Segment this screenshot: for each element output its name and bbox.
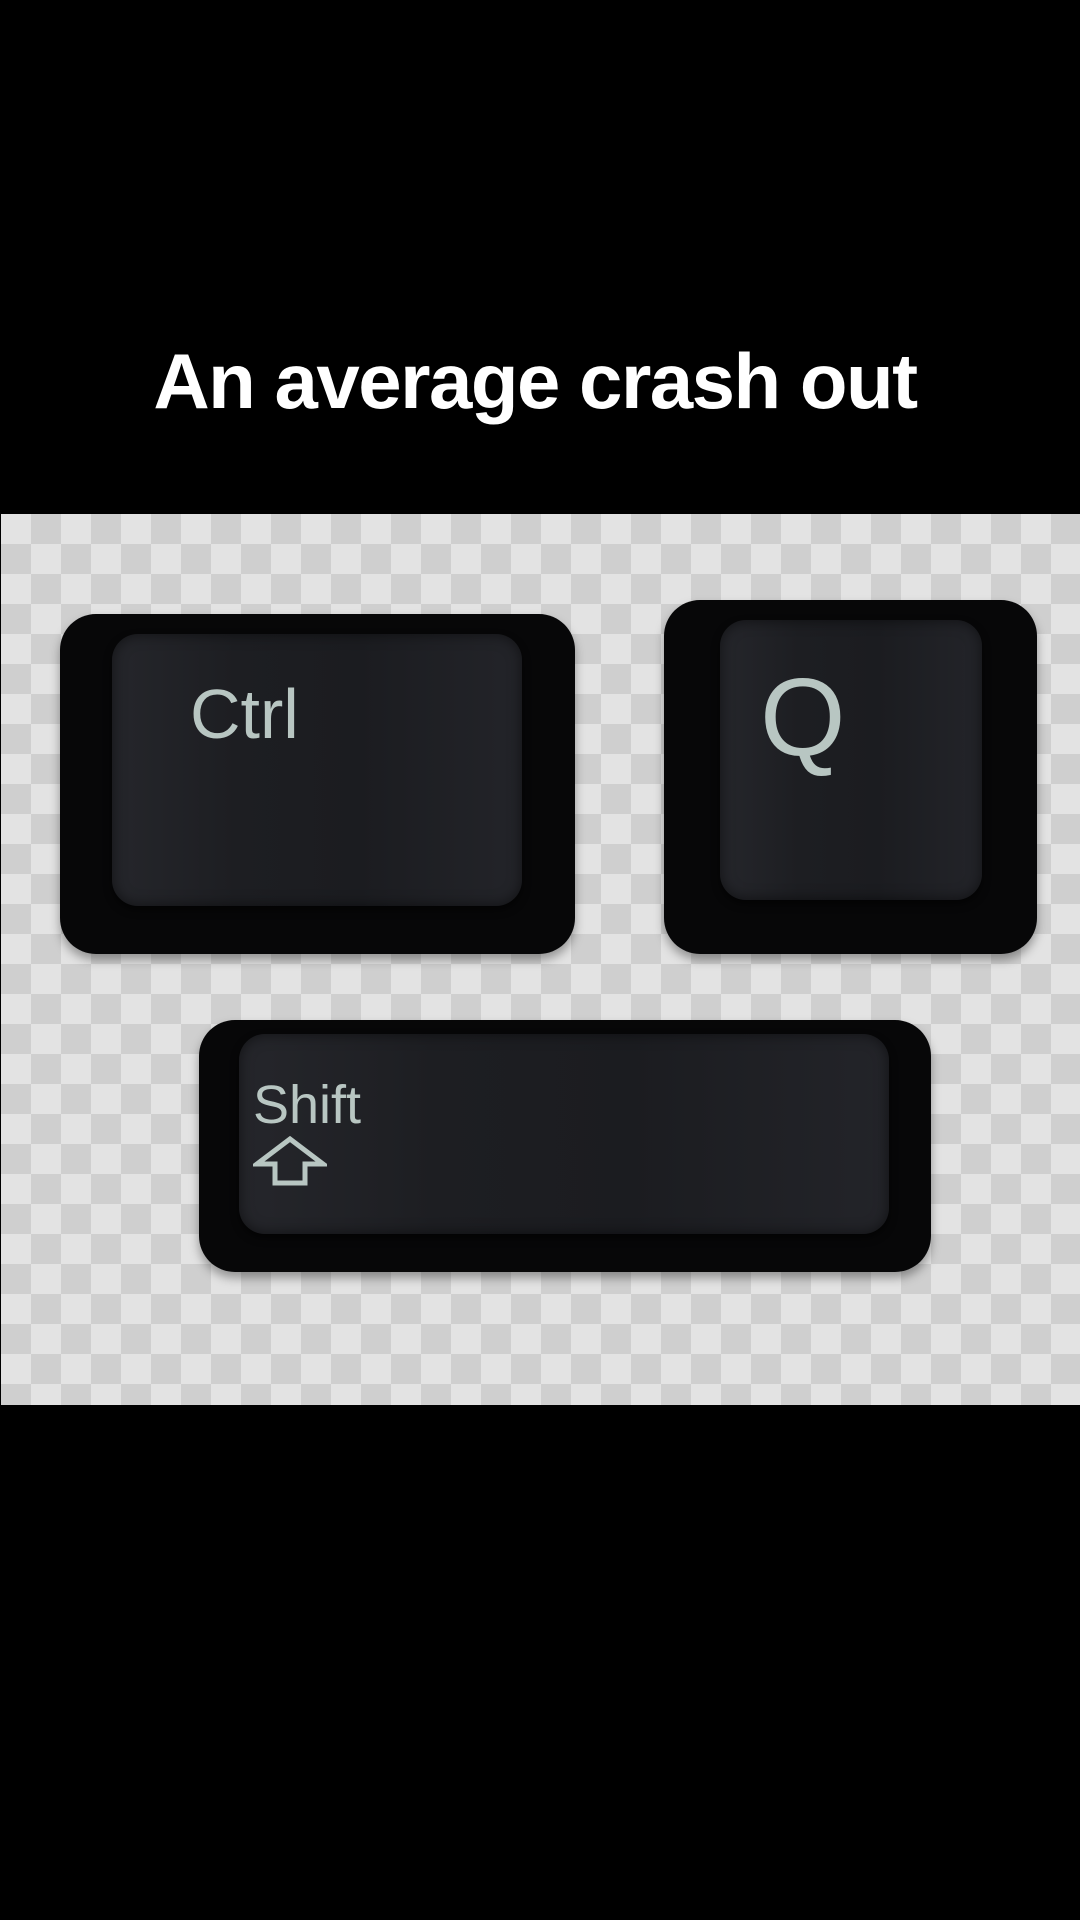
- shift-keycap: Shift: [239, 1034, 889, 1234]
- keyboard-keys-image: Ctrl Q Shift: [1, 514, 1080, 1405]
- shift-arrow-icon: [253, 1136, 327, 1186]
- ctrl-key: Ctrl: [60, 614, 575, 954]
- video-frame: An average crash out Ctrl Q Shift: [0, 0, 1080, 1920]
- q-key: Q: [664, 600, 1037, 954]
- ctrl-key-label: Ctrl: [190, 675, 299, 753]
- caption-text: An average crash out: [153, 337, 918, 425]
- ctrl-keycap: Ctrl: [112, 634, 522, 906]
- q-keycap: Q: [720, 620, 982, 900]
- shift-key: Shift: [199, 1020, 931, 1272]
- shift-key-label: Shift: [253, 1075, 362, 1135]
- q-key-label: Q: [760, 656, 846, 779]
